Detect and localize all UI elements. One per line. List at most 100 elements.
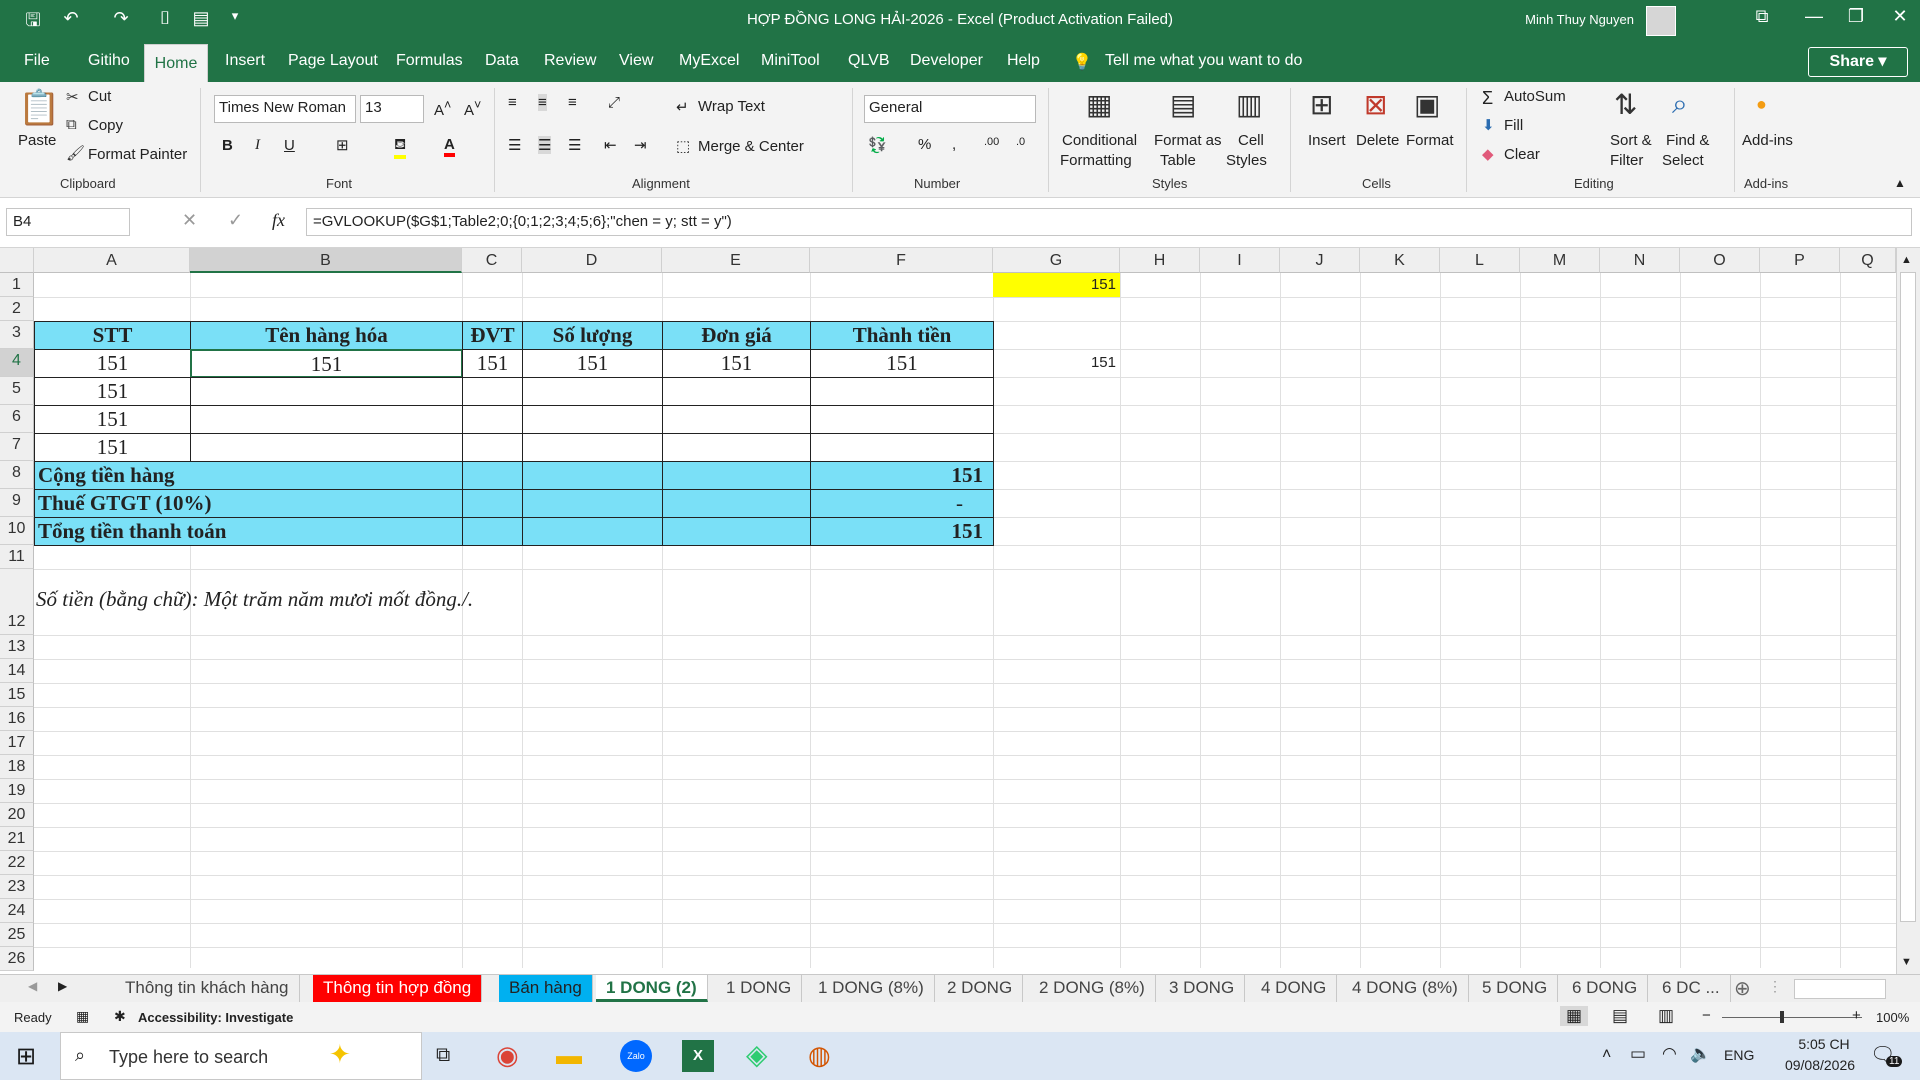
row-header[interactable]: 16 xyxy=(0,707,34,731)
decrease-decimal-icon[interactable]: .0 xyxy=(1016,136,1025,148)
font-size-select[interactable]: 13 xyxy=(360,95,424,123)
column-header[interactable]: H xyxy=(1120,248,1200,273)
clock-time[interactable]: 5:05 CH xyxy=(1784,1036,1864,1052)
cell-b6[interactable] xyxy=(190,405,463,434)
insert-function-icon[interactable]: fx xyxy=(272,210,285,231)
orientation-icon[interactable]: ⤢ xyxy=(608,94,620,111)
cancel-icon[interactable]: ✕ xyxy=(182,210,197,231)
cell-header-don-gia[interactable]: Đơn giá xyxy=(662,321,811,350)
prev-sheet-icon[interactable]: ◀ xyxy=(28,979,37,993)
collapse-ribbon-icon[interactable]: ▲ xyxy=(1894,176,1906,190)
cell-e5[interactable] xyxy=(662,377,811,406)
cell-f10[interactable]: 151 xyxy=(810,517,994,546)
tab-review[interactable]: Review xyxy=(544,52,596,70)
row-header[interactable]: 4 xyxy=(0,349,34,377)
vertical-scrollbar[interactable]: ▲ ▼ xyxy=(1896,248,1920,974)
bold-icon[interactable]: B xyxy=(222,137,233,154)
column-header[interactable]: B xyxy=(190,248,462,273)
tab-split-icon[interactable]: ⋮ xyxy=(1768,978,1782,995)
cell-header-so-luong[interactable]: Số lượng xyxy=(522,321,663,350)
row-header[interactable]: 1 xyxy=(0,273,34,297)
tab-developer[interactable]: Developer xyxy=(910,52,983,70)
cell-a5[interactable]: 151 xyxy=(34,377,191,406)
cell-f6[interactable] xyxy=(810,405,994,434)
align-right-icon[interactable]: ☰ xyxy=(568,136,581,154)
align-bottom-icon[interactable]: ≡ xyxy=(568,94,577,111)
row-header[interactable]: 13 xyxy=(0,635,34,659)
zoom-thumb[interactable] xyxy=(1780,1011,1784,1023)
comma-icon[interactable]: , xyxy=(952,136,956,153)
avatar[interactable] xyxy=(1646,6,1676,36)
minimize-icon[interactable]: — xyxy=(1794,6,1834,27)
wifi-icon[interactable]: ◠ xyxy=(1662,1044,1677,1064)
cell-f5[interactable] xyxy=(810,377,994,406)
format-painter-button[interactable]: Format Painter xyxy=(88,146,187,163)
column-header[interactable]: C xyxy=(462,248,522,273)
row-header[interactable]: 7 xyxy=(0,433,34,461)
cell-f9[interactable]: - xyxy=(810,489,994,518)
tab-file[interactable]: File xyxy=(24,52,50,70)
close-icon[interactable]: ✕ xyxy=(1880,6,1920,27)
sheet-tab[interactable]: 4 DONG xyxy=(1251,975,1338,1002)
autosum-button[interactable]: AutoSum xyxy=(1504,88,1566,105)
worksheet-grid[interactable]: A B C D E F G H I J K L M N O P Q 1 2 3 … xyxy=(0,248,1920,974)
cell-d10[interactable] xyxy=(522,517,663,546)
column-header[interactable]: D xyxy=(522,248,662,273)
cell-c10[interactable] xyxy=(462,517,523,546)
paste-button[interactable]: Paste xyxy=(18,132,56,149)
wrap-text-button[interactable]: Wrap Text xyxy=(698,98,765,115)
delete-cells-button[interactable]: Delete xyxy=(1356,132,1399,149)
cell-a6[interactable]: 151 xyxy=(34,405,191,434)
addins-button[interactable]: Add-ins xyxy=(1742,132,1793,149)
language-indicator[interactable]: ENG xyxy=(1724,1047,1754,1063)
column-header[interactable]: F xyxy=(810,248,993,273)
cell-c7[interactable] xyxy=(462,433,523,462)
next-sheet-icon[interactable]: ▶ xyxy=(58,979,67,993)
photos-app-icon[interactable]: ◈ xyxy=(746,1038,768,1071)
cell-f4[interactable]: 151 xyxy=(810,349,994,378)
cell-header-ten-hang-hoa[interactable]: Tên hàng hóa xyxy=(190,321,463,350)
select-all-corner[interactable] xyxy=(0,248,34,273)
task-view-icon[interactable]: ⧉ xyxy=(436,1044,450,1067)
scroll-up-icon[interactable]: ▲ xyxy=(1901,254,1912,266)
windows-start-icon[interactable]: ⊞ xyxy=(16,1042,36,1071)
font-color-icon[interactable]: A xyxy=(444,136,455,157)
cell-d9[interactable] xyxy=(522,489,663,518)
cell-styles-button[interactable]: Cell xyxy=(1238,132,1264,149)
cell-g1[interactable]: 151 xyxy=(993,273,1120,297)
cell-f8[interactable]: 151 xyxy=(810,461,994,490)
cell-a4[interactable]: 151 xyxy=(34,349,191,378)
row-header[interactable]: 20 xyxy=(0,803,34,827)
cell-c6[interactable] xyxy=(462,405,523,434)
sheet-tab[interactable]: 6 DONG xyxy=(1562,975,1649,1002)
clear-button[interactable]: Clear xyxy=(1504,146,1540,163)
cell-e10[interactable] xyxy=(662,517,811,546)
underline-icon[interactable]: U xyxy=(284,137,295,154)
maximize-icon[interactable]: ❐ xyxy=(1836,6,1876,27)
sheet-tab[interactable]: 1 DONG (8%) xyxy=(808,975,935,1002)
number-format-select[interactable]: General xyxy=(864,95,1036,123)
sheet-tab[interactable]: 5 DONG xyxy=(1472,975,1559,1002)
row-header[interactable]: 25 xyxy=(0,923,34,947)
row-header[interactable]: 3 xyxy=(0,321,34,349)
cell-d7[interactable] xyxy=(522,433,663,462)
app-icon[interactable]: ◍ xyxy=(808,1040,831,1071)
tab-qlvb[interactable]: QLVB xyxy=(848,52,890,70)
chrome-icon[interactable]: ◉ xyxy=(496,1040,519,1071)
cell-d8[interactable] xyxy=(522,461,663,490)
sheet-tab[interactable]: 6 DC ... xyxy=(1652,975,1731,1002)
cell-c4[interactable]: 151 xyxy=(462,349,523,378)
volume-icon[interactable]: 🔈 xyxy=(1690,1044,1711,1064)
fill-color-icon[interactable]: ⛾ xyxy=(394,136,407,159)
row-header[interactable]: 14 xyxy=(0,659,34,683)
row-header[interactable]: 12 xyxy=(0,569,34,635)
row-header[interactable]: 10 xyxy=(0,517,34,545)
column-header[interactable]: G xyxy=(993,248,1120,273)
tab-minitool[interactable]: MiniTool xyxy=(761,52,820,70)
tell-me-search[interactable]: Tell me what you want to do xyxy=(1105,52,1302,70)
sheet-tab[interactable]: 2 DONG xyxy=(937,975,1024,1002)
conditional-formatting-button[interactable]: Conditional xyxy=(1062,132,1137,149)
page-layout-view-icon[interactable]: ▤ xyxy=(1612,1006,1628,1026)
tab-formulas[interactable]: Formulas xyxy=(396,52,463,70)
row-header[interactable]: 2 xyxy=(0,297,34,321)
